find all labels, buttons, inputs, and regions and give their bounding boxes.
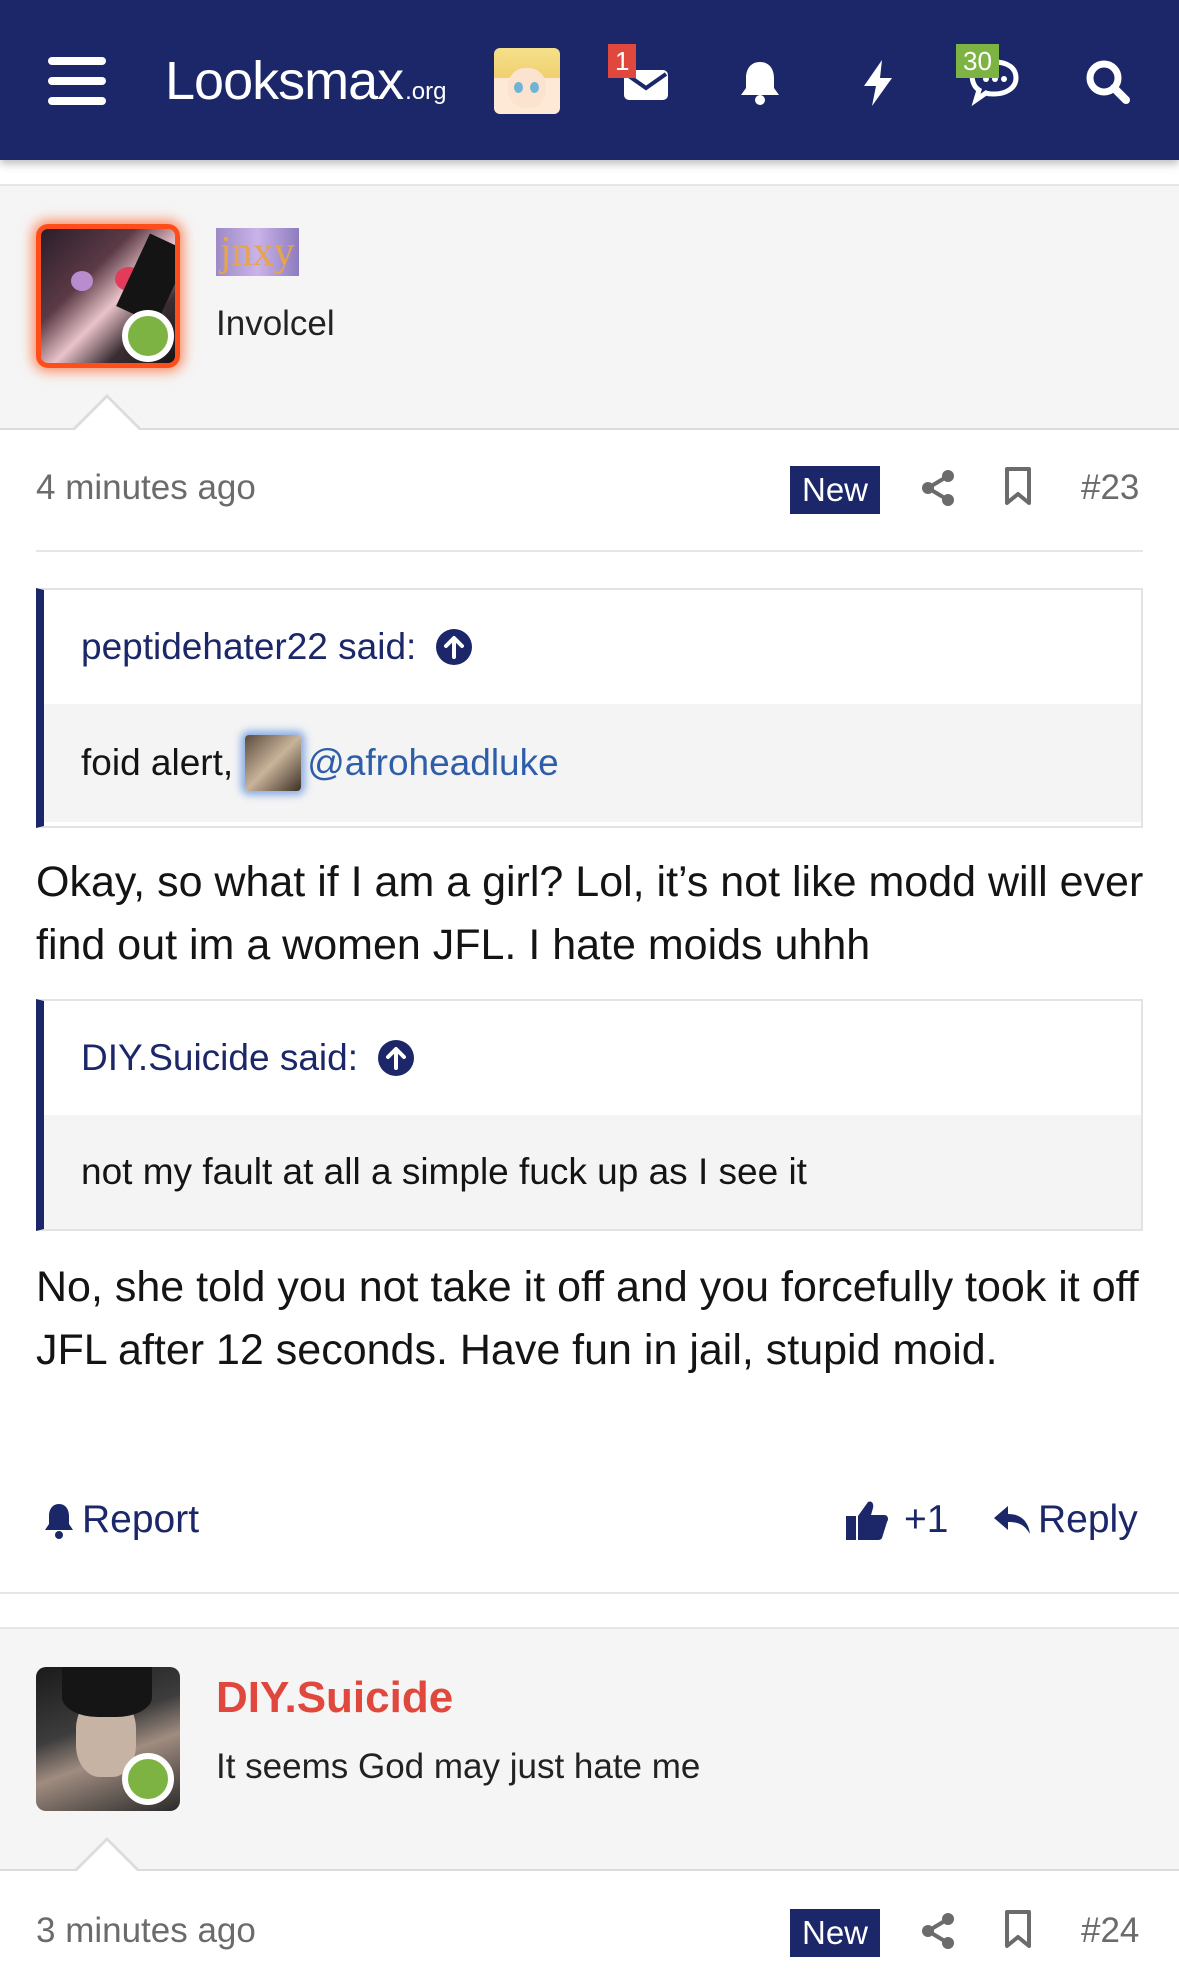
quote-author[interactable]: DIY.Suicide said: xyxy=(81,1037,358,1079)
like-button[interactable]: +1 xyxy=(844,1498,948,1542)
user-title: Involcel xyxy=(216,304,335,343)
reaction-count[interactable]: +1 xyxy=(904,1498,948,1542)
inbox-badge: 1 xyxy=(608,44,637,78)
alerts-badge: 30 xyxy=(956,44,999,78)
reply-icon xyxy=(994,1506,1030,1534)
post-number[interactable]: #23 xyxy=(1081,468,1139,508)
quote-body: foid alert, @afroheadluke xyxy=(44,704,1141,822)
mention-avatar xyxy=(245,735,302,791)
post-user-header: DIY.Suicide It seems God may just hate m… xyxy=(0,1627,1179,1871)
site-logo[interactable]: Looksmax.org xyxy=(165,50,446,112)
quote-text: foid alert, xyxy=(81,742,234,783)
bookmark-icon[interactable] xyxy=(998,1909,1038,1949)
reply-label: Reply xyxy=(1038,1498,1138,1541)
logo-suffix: .org xyxy=(405,78,447,105)
user-avatar[interactable] xyxy=(36,1667,184,1815)
post-text: Okay, so what if I am a girl? Lol, it’s … xyxy=(36,858,1144,969)
share-icon[interactable] xyxy=(918,468,958,508)
report-bell-icon xyxy=(45,1504,73,1539)
report-label: Report xyxy=(82,1498,200,1541)
quote-block: peptidehater22 said: foid alert, @afrohe… xyxy=(36,588,1143,828)
reply-button[interactable]: Reply xyxy=(992,1498,1138,1542)
thumbs-up-icon xyxy=(846,1501,888,1540)
share-icon[interactable] xyxy=(918,1911,958,1951)
quote-header[interactable]: DIY.Suicide said: xyxy=(44,1001,1141,1115)
whats-new-button[interactable] xyxy=(848,52,908,112)
user-mention[interactable]: @afroheadluke xyxy=(307,742,559,784)
quote-author[interactable]: peptidehater22 said: xyxy=(81,626,416,668)
quote-block: DIY.Suicide said: not my fault at all a … xyxy=(36,999,1143,1231)
post-text: No, she told you not take it off and you… xyxy=(36,1263,1139,1374)
post-time[interactable]: 4 minutes ago xyxy=(36,468,256,508)
account-avatar[interactable] xyxy=(494,48,560,114)
bell-icon xyxy=(741,62,779,105)
username[interactable]: DIY.Suicide xyxy=(216,1673,453,1723)
quote-text: not my fault at all a simple fuck up as … xyxy=(81,1151,807,1192)
user-title: It seems God may just hate me xyxy=(216,1747,701,1786)
divider xyxy=(0,1592,1179,1594)
pointer xyxy=(75,398,139,430)
new-badge: New xyxy=(790,1909,881,1957)
online-indicator xyxy=(122,310,174,362)
bookmark-icon[interactable] xyxy=(998,466,1038,506)
user-avatar[interactable] xyxy=(36,224,184,372)
online-indicator xyxy=(122,1753,174,1805)
arrow-up-circle-icon[interactable] xyxy=(434,627,474,667)
divider xyxy=(36,550,1143,552)
notifications-button[interactable] xyxy=(730,52,790,112)
post-user-header: jnxy Involcel xyxy=(0,186,1179,430)
post-time[interactable]: 3 minutes ago xyxy=(36,1911,256,1951)
top-nav-bar: Looksmax.org 1 30 xyxy=(0,0,1179,160)
username[interactable]: jnxy xyxy=(216,228,299,276)
inbox-button[interactable]: 1 xyxy=(608,44,674,112)
quote-body: not my fault at all a simple fuck up as … xyxy=(44,1115,1141,1229)
new-badge: New xyxy=(790,466,881,514)
arrow-up-circle-icon[interactable] xyxy=(376,1038,416,1078)
logo-main: Looksmax xyxy=(165,51,404,111)
post-number[interactable]: #24 xyxy=(1081,1911,1139,1951)
search-icon xyxy=(1086,60,1130,104)
search-button[interactable] xyxy=(1078,52,1138,112)
bolt-icon xyxy=(864,60,892,106)
pointer xyxy=(75,1841,139,1873)
report-button[interactable]: Report xyxy=(42,1498,199,1542)
quote-header[interactable]: peptidehater22 said: xyxy=(44,590,1141,704)
menu-icon[interactable] xyxy=(48,57,106,105)
conversations-button[interactable]: 30 xyxy=(956,44,1019,112)
